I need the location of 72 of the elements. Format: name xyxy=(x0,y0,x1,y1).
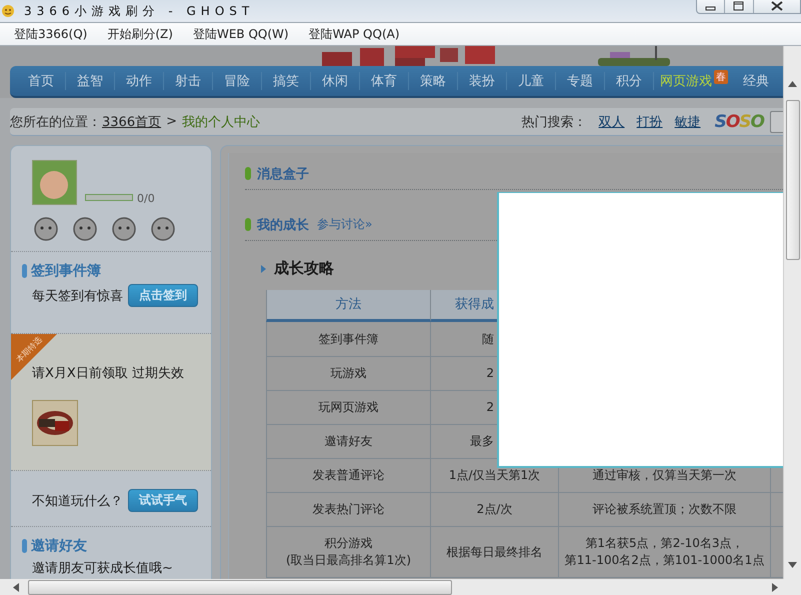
table-cell: 玩网页游戏 xyxy=(266,391,431,425)
section-title: 邀请好友 xyxy=(31,537,87,555)
section-marker xyxy=(22,264,27,278)
search-field[interactable] xyxy=(770,110,783,132)
scroll-left-icon[interactable] xyxy=(13,583,19,592)
table-cell: 签到事件簿 xyxy=(266,322,431,357)
table-cell: 发表普通评论 xyxy=(266,459,431,493)
table-cell: 玩游戏 xyxy=(266,357,431,391)
table-cell: 根据每日最终排名 xyxy=(431,527,559,578)
section-title: 我的成长 xyxy=(257,216,309,234)
menu-item[interactable]: 登陆WEB QQ(W) xyxy=(188,24,294,44)
table-cell: 第1名获5点，第2-10名3点， 第11-100名2点，第101-1000名1点 xyxy=(559,527,771,578)
bullet-icon xyxy=(261,264,266,272)
nav-tab[interactable]: 网页游戏 xyxy=(654,72,712,90)
progress-reading: 0/0 xyxy=(137,192,155,205)
breadcrumb-separator: > xyxy=(166,114,177,129)
nav-tab[interactable]: 装扮 xyxy=(458,72,507,90)
location-label: 您所在的位置： xyxy=(10,114,101,130)
section-title: 签到事件簿 xyxy=(31,262,101,280)
scrollbar-thumb[interactable] xyxy=(28,580,452,595)
table-cell: 2点/次 xyxy=(431,493,559,527)
medal-icon xyxy=(110,215,138,241)
section-heading: 成长攻略 xyxy=(274,259,334,278)
scroll-up-icon[interactable] xyxy=(788,81,797,87)
window-title: 3366小游戏刷分 - GHOST xyxy=(24,2,254,20)
home-link[interactable]: 3366首页 xyxy=(102,112,162,130)
nav-tab[interactable]: 动作 xyxy=(115,72,164,90)
section-marker xyxy=(245,218,251,231)
nav-tab[interactable]: 射击 xyxy=(164,72,213,90)
nav-tab[interactable]: 积分 xyxy=(605,72,654,90)
nav-tab[interactable]: 体育 xyxy=(360,72,409,90)
nav-tab[interactable]: 休闲 xyxy=(311,72,360,90)
table-cell: 邀请好友 xyxy=(266,425,431,459)
avatar xyxy=(32,160,77,205)
scrollbar-thumb[interactable] xyxy=(786,100,800,260)
section-title: 消息盒子 xyxy=(257,166,309,182)
medal-icon xyxy=(149,215,177,241)
app-icon xyxy=(0,3,16,19)
nav-tab[interactable]: 经典 xyxy=(732,72,780,90)
medal-icon xyxy=(32,215,60,241)
table-cell: 发表热门评论 xyxy=(266,493,431,527)
hot-search-link[interactable]: 打扮 xyxy=(636,112,663,130)
nav-tab[interactable]: 冒险 xyxy=(213,72,262,90)
menu-item[interactable]: 登陆3366(Q) xyxy=(9,24,92,44)
lucky-button[interactable]: 试试手气 xyxy=(128,489,198,512)
menu-item[interactable]: 登陆WAP QQ(A) xyxy=(304,24,405,44)
invite-text: 邀请朋友可获成长值哦~ xyxy=(32,560,174,577)
hot-search-link[interactable]: 双人 xyxy=(598,112,625,130)
medal-icon xyxy=(71,215,99,241)
nav-tab[interactable]: 策略 xyxy=(409,72,458,90)
nav-tab[interactable]: 益智 xyxy=(66,72,115,90)
prompt-text: 不知道玩什么？ xyxy=(32,492,123,510)
current-page: 我的个人中心 xyxy=(182,114,260,130)
checkin-text: 每天签到有惊喜 xyxy=(32,288,123,304)
section-marker xyxy=(22,539,27,553)
checkin-button[interactable]: 点击签到 xyxy=(128,284,198,307)
search-logo: SOSO xyxy=(714,112,764,132)
hot-search-link[interactable]: 敏捷 xyxy=(674,112,701,130)
menu-item[interactable]: 开始刷分(Z) xyxy=(102,24,178,44)
nav-tab[interactable]: 搞笑 xyxy=(262,72,311,90)
table-cell: 积分游戏 (取当日最高排名算1次) xyxy=(266,527,431,578)
nav-tab[interactable]: 儿童 xyxy=(507,72,556,90)
scroll-down-icon[interactable] xyxy=(788,562,797,568)
scroll-right-icon[interactable] xyxy=(772,583,778,592)
discuss-link[interactable]: 参与讨论» xyxy=(317,216,372,233)
nav-tab[interactable]: 专题 xyxy=(556,72,605,90)
section-marker xyxy=(245,167,251,180)
badge: 春 xyxy=(714,70,728,84)
column-header: 方法 xyxy=(266,290,431,322)
hot-search-label: 热门搜索： xyxy=(522,114,587,130)
nav-tab[interactable]: 首页 xyxy=(17,72,66,90)
table-cell: 评论被系统置顶；次数不限 xyxy=(559,493,771,527)
